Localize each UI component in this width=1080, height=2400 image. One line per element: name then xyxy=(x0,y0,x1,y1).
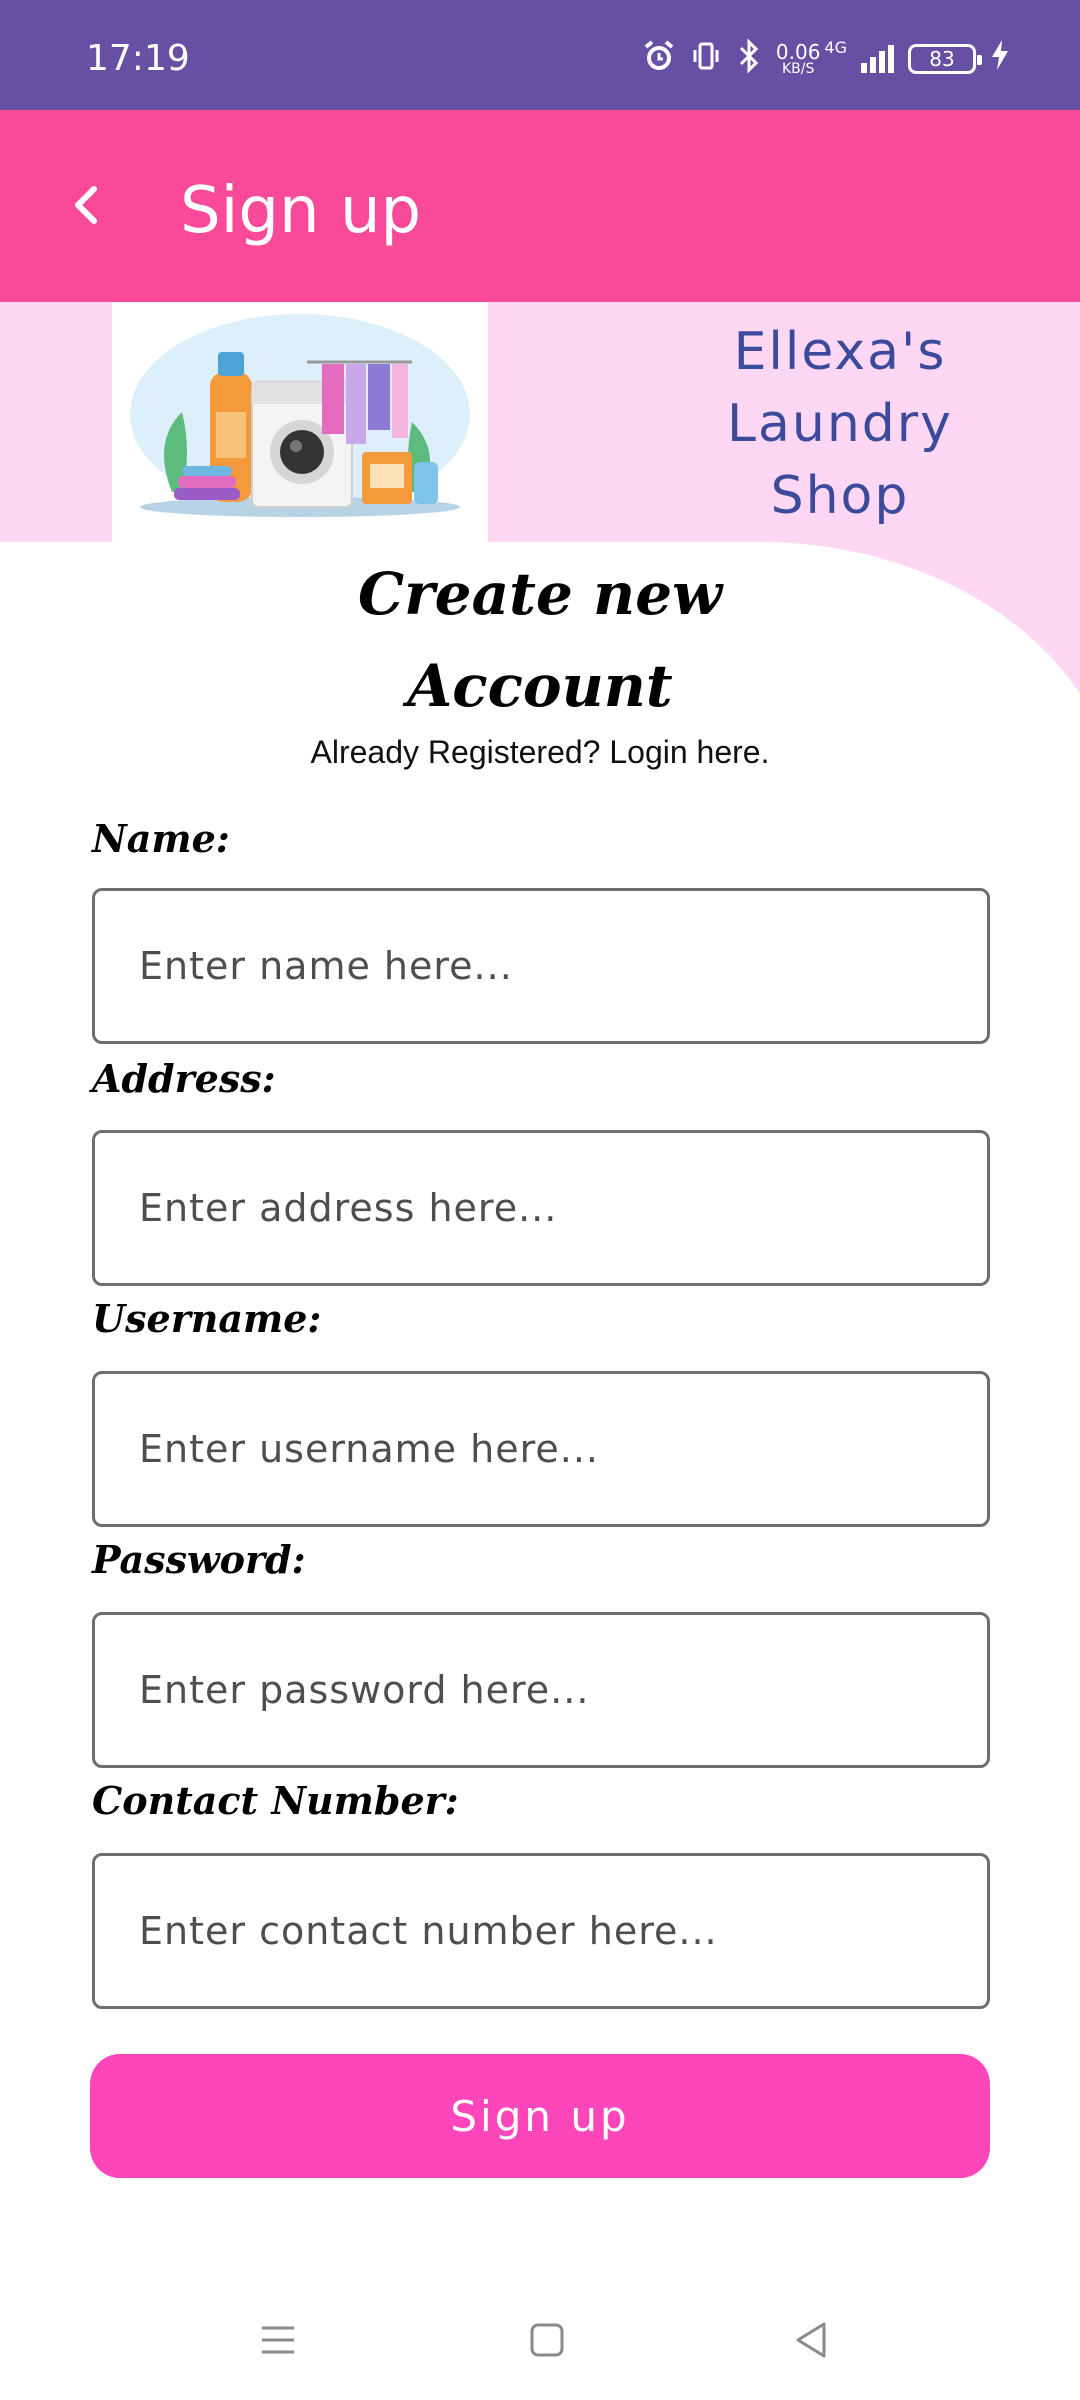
shop-name: Ellexa's Laundry Shop xyxy=(690,316,990,532)
contact-number-input[interactable] xyxy=(92,1853,990,2009)
network-speed-unit: KB/S xyxy=(781,61,815,77)
page-title: Sign up xyxy=(180,174,422,248)
back-triangle-icon xyxy=(796,2322,826,2358)
home-button[interactable] xyxy=(507,2310,587,2370)
menu-icon xyxy=(262,2326,294,2354)
battery-level: 83 xyxy=(929,47,955,71)
laundry-illustration xyxy=(112,302,488,542)
status-icons: 0.06 KB/S 4G 83 xyxy=(642,38,1010,80)
network-speed-value: 0.06 xyxy=(775,40,821,64)
heading-line2: Account xyxy=(407,652,673,720)
form-heading: Create new Account xyxy=(0,548,1080,732)
username-label: Username: xyxy=(92,1296,322,1341)
home-square-icon xyxy=(530,2323,564,2357)
app-bar: Sign up xyxy=(0,110,1080,302)
alarm-icon xyxy=(642,39,676,79)
shop-name-line3: Shop xyxy=(770,466,910,526)
vibrate-icon xyxy=(690,40,722,78)
chevron-left-icon xyxy=(75,186,97,224)
password-input[interactable] xyxy=(92,1612,990,1768)
sign-up-button[interactable]: Sign up xyxy=(90,2054,990,2178)
charging-icon xyxy=(990,38,1010,80)
address-input[interactable] xyxy=(92,1130,990,1286)
name-input[interactable] xyxy=(92,888,990,1044)
address-label: Address: xyxy=(92,1056,276,1101)
name-label: Name: xyxy=(92,816,230,861)
menu-button[interactable] xyxy=(238,2310,318,2370)
system-nav-bar xyxy=(0,2280,1080,2400)
network-type: 4G xyxy=(824,38,847,57)
battery-icon: 83 xyxy=(908,44,982,74)
network-speed: 0.06 KB/S xyxy=(776,42,821,76)
bluetooth-icon xyxy=(736,38,762,79)
username-input[interactable] xyxy=(92,1371,990,1527)
shop-name-line2: Laundry xyxy=(727,394,953,454)
back-nav-button[interactable] xyxy=(772,2310,852,2370)
shop-name-line1: Ellexa's xyxy=(733,322,947,382)
password-label: Password: xyxy=(92,1537,306,1582)
login-link[interactable]: Already Registered? Login here. xyxy=(0,734,1080,771)
status-bar: 17:19 0.06 KB/S 4G 83 xyxy=(0,0,1080,110)
status-time: 17:19 xyxy=(86,38,190,79)
signal-icon xyxy=(861,45,894,73)
back-button[interactable] xyxy=(56,170,116,240)
contact-number-label: Contact Number: xyxy=(92,1778,459,1823)
heading-line1: Create new xyxy=(357,560,723,628)
